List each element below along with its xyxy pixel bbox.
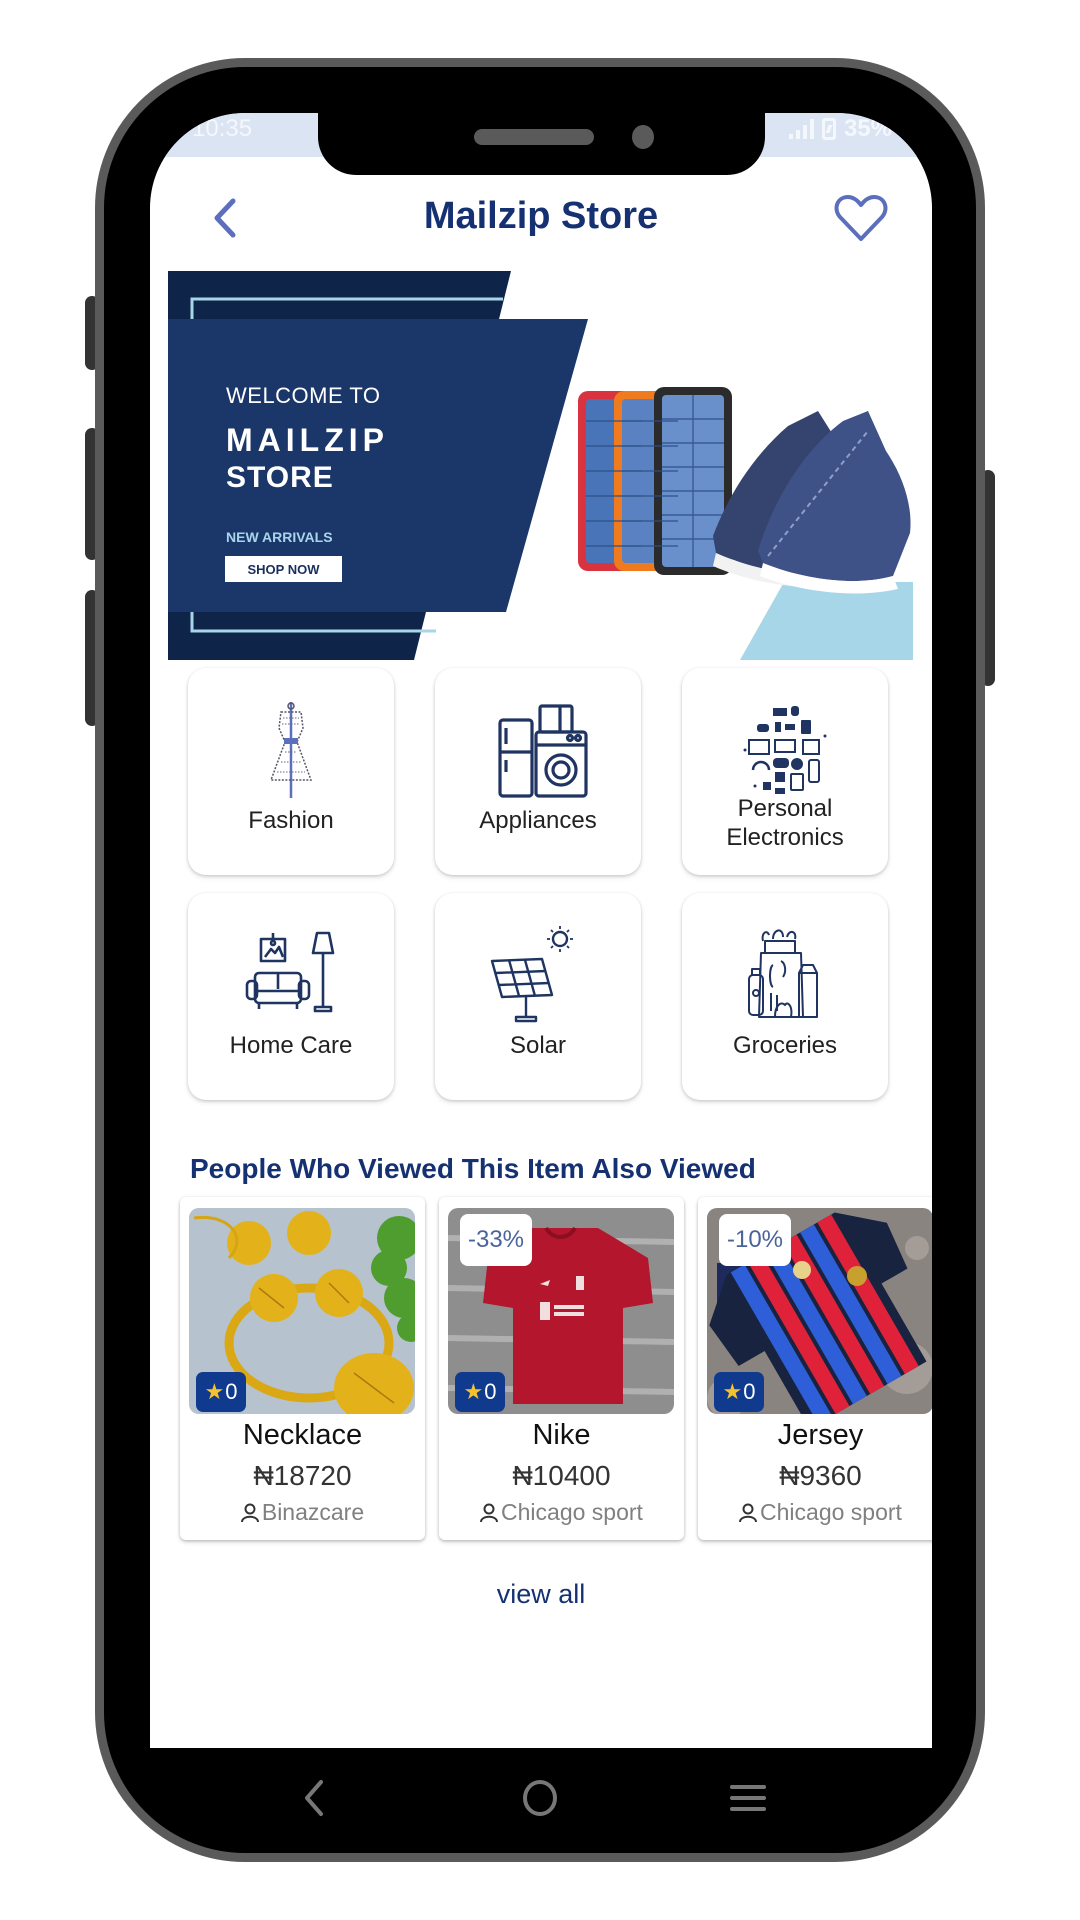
status-time: 10:35 [192,115,253,142]
seller-name: Binazcare [261,1499,365,1525]
front-camera [632,125,654,149]
product-image-barcelona-jersey: -10% ★ 0 [707,1208,932,1414]
favorite-button[interactable] [832,191,890,245]
signal-icon [788,119,814,139]
category-fashion[interactable]: Fashion [188,668,394,875]
product-card[interactable]: -33% ★ 0 Nike ₦10400 Chicago sport [439,1197,684,1540]
star-icon: ★ [722,1379,743,1404]
category-label: Groceries [732,1032,838,1059]
product-card[interactable]: ★ 0 Necklace ₦18720 Binazcare [180,1197,425,1540]
system-nav-bar [104,1748,976,1853]
product-card[interactable]: -10% ★ 0 Jersey ₦9360 Chicago sport [698,1197,932,1540]
battery-percent: 35% [843,115,892,142]
product-price: ₦9360 [779,1460,862,1491]
fridge-washer-icon [498,704,588,798]
category-personal-electronics[interactable]: Personal Electronics [682,668,888,875]
user-icon [480,1503,499,1522]
product-name: Nike [532,1419,591,1451]
banner-brand-text: MAILZIP [226,422,389,458]
nav-home-icon [523,1780,557,1816]
product-price: ₦18720 [253,1460,352,1491]
page-title: Mailzip Store [423,195,659,237]
category-label: Personal Electronics [726,795,844,851]
nav-menu-button[interactable] [718,1768,778,1828]
product-name: Necklace [242,1419,363,1451]
discount-badge: -33% [460,1214,532,1266]
app-header: Mailzip Store [150,183,932,253]
seller-name: Chicago sport [501,1499,643,1525]
user-icon [739,1503,758,1522]
electronics-collage-icon [743,706,827,794]
dress-mannequin-icon [269,702,313,798]
category-label: Home Care [229,1032,353,1059]
nav-menu-icon [730,1785,766,1811]
category-solar[interactable]: Solar [435,893,641,1100]
battery-charging-icon [821,118,836,140]
seller-name: Chicago sport [760,1499,902,1525]
rating-badge: ★ 0 [455,1372,505,1412]
speaker-grille [474,129,594,145]
shop-now-button[interactable]: SHOP NOW [225,556,342,582]
solar-panel-icon [490,926,573,1023]
product-seller: Chicago sport [439,1499,684,1526]
solar-power-banks-image [578,387,732,575]
category-groceries[interactable]: Groceries [682,893,888,1100]
product-image-gold-necklace: ★ 0 [189,1208,415,1414]
product-seller: Binazcare [180,1499,425,1526]
category-label: Fashion [248,807,334,834]
category-label: Appliances [479,807,597,834]
rating-badge: ★ 0 [196,1372,246,1412]
banner-subtitle: NEW ARRIVALS [226,529,333,545]
banner-brand-text-2: STORE [226,461,334,494]
sofa-lamp-icon [245,931,335,1013]
nav-back-icon [305,1780,323,1816]
rating-value: 0 [225,1379,238,1404]
banner-welcome-text: WELCOME TO [226,383,381,408]
product-name: Jersey [777,1419,864,1451]
screen: 10:35 35% Mailzip Store WELCOME TO MAILZ… [150,113,932,1748]
section-title: People Who Viewed This Item Also Viewed [190,1153,756,1184]
view-all-link[interactable]: view all [150,1579,932,1610]
category-appliances[interactable]: Appliances [435,668,641,875]
banner-light-shape [740,582,913,660]
product-seller: Chicago sport [698,1499,932,1526]
star-icon: ★ [463,1379,484,1404]
nav-back-button[interactable] [284,1768,344,1828]
product-image-red-jersey: -33% ★ 0 [448,1208,674,1414]
user-icon [240,1503,259,1522]
status-icons: 35% [788,115,892,143]
category-home-care[interactable]: Home Care [188,893,394,1100]
star-icon: ★ [204,1379,225,1404]
category-label: Solar [509,1032,567,1059]
heart-outline-icon [834,195,888,241]
grocery-bag-icon [748,929,818,1018]
rating-badge: ★ 0 [714,1372,764,1412]
notch [318,113,765,175]
denim-sneakers-image [713,411,911,594]
nav-home-button[interactable] [510,1768,570,1828]
rating-value: 0 [484,1379,497,1404]
product-price: ₦10400 [512,1460,611,1491]
rating-value: 0 [743,1379,756,1404]
discount-badge: -10% [719,1214,791,1266]
promo-banner[interactable]: WELCOME TO MAILZIP STORE NEW ARRIVALS SH… [168,271,913,660]
